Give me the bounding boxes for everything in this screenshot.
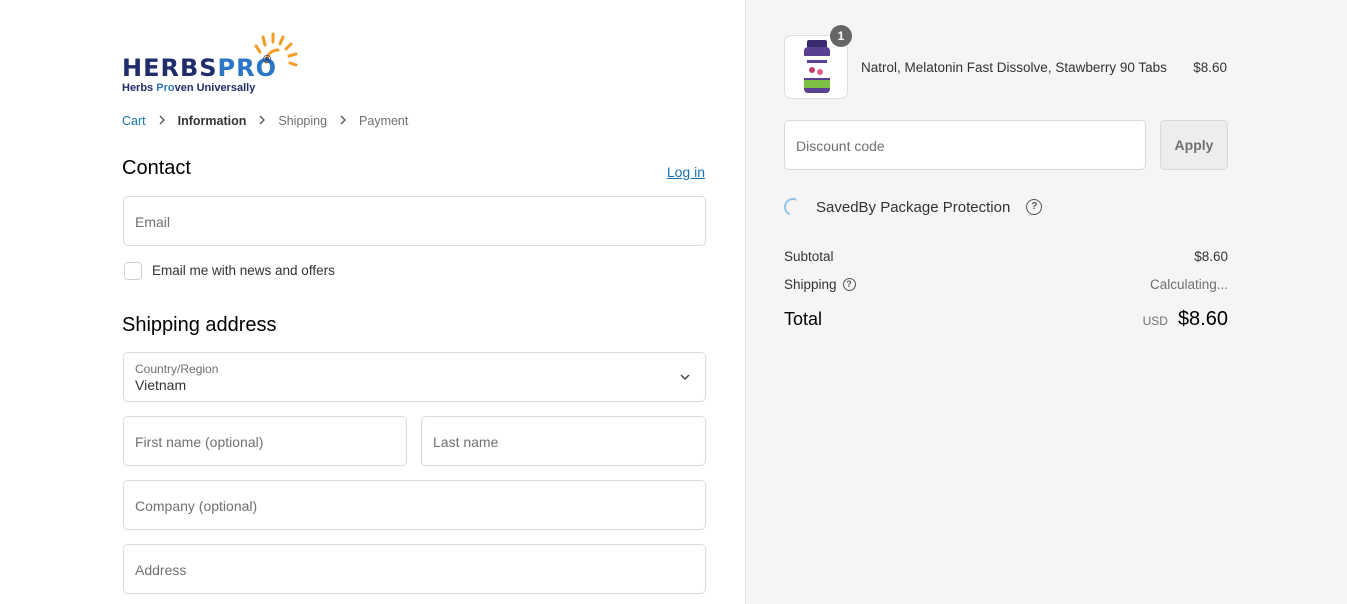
country-select[interactable]: Country/Region Vietnam bbox=[123, 352, 706, 402]
subtotal-value: $8.60 bbox=[1194, 249, 1228, 264]
first-name-placeholder: First name (optional) bbox=[135, 434, 264, 450]
package-protection: SavedBy Package Protection ? bbox=[781, 195, 1043, 219]
help-icon[interactable]: ? bbox=[842, 278, 856, 291]
product-price: $8.60 bbox=[1193, 60, 1227, 75]
discount-placeholder: Discount code bbox=[796, 138, 885, 154]
total-amount: USD $8.60 bbox=[1143, 308, 1228, 331]
total-row: Total USD $8.60 bbox=[784, 308, 1228, 331]
shipping-row: Shipping ? Calculating... bbox=[784, 277, 1228, 292]
last-name-placeholder: Last name bbox=[433, 434, 499, 450]
logo-wordmark: HERBSPRO bbox=[122, 54, 278, 82]
email-field[interactable]: Email bbox=[123, 196, 706, 246]
total-label: Total bbox=[784, 309, 823, 329]
loading-spinner-icon bbox=[781, 195, 805, 219]
discount-code-field[interactable]: Discount code bbox=[784, 120, 1146, 170]
total-value: $8.60 bbox=[1177, 308, 1228, 330]
login-link[interactable]: Log in bbox=[667, 164, 705, 180]
herbspro-logo[interactable]: HERBSPRO ® Herbs Proven Universally bbox=[122, 32, 302, 96]
subtotal-label: Subtotal bbox=[784, 249, 834, 264]
apply-button[interactable]: Apply bbox=[1160, 120, 1228, 170]
subtotal-row: Subtotal $8.60 bbox=[784, 249, 1228, 264]
breadcrumb-information: Information bbox=[177, 114, 247, 128]
checkout-main: HERBSPRO ® Herbs Proven Universally Cart… bbox=[0, 0, 745, 604]
help-icon[interactable]: ? bbox=[1026, 199, 1043, 215]
breadcrumb-cart[interactable]: Cart bbox=[122, 114, 146, 128]
order-summary: 1 Natrol, Melatonin Fast Dissolve, Stawb… bbox=[745, 0, 1347, 604]
chevron-right-icon bbox=[158, 114, 166, 128]
address-placeholder: Address bbox=[135, 562, 187, 578]
product-name: Natrol, Melatonin Fast Dissolve, Stawber… bbox=[861, 60, 1167, 75]
address-field[interactable]: Address bbox=[123, 544, 706, 594]
shipping-label: Shipping bbox=[784, 277, 837, 292]
first-name-field[interactable]: First name (optional) bbox=[123, 416, 407, 466]
shipping-label-wrap: Shipping ? bbox=[784, 277, 856, 292]
breadcrumb: Cart Information Shipping Payment bbox=[122, 114, 408, 128]
package-protection-label: SavedBy Package Protection bbox=[816, 198, 1011, 216]
total-currency: USD bbox=[1142, 314, 1168, 328]
newsletter-label[interactable]: Email me with news and offers bbox=[152, 263, 335, 278]
country-label: Country/Region bbox=[135, 362, 219, 376]
company-placeholder: Company (optional) bbox=[135, 498, 258, 514]
quantity-badge: 1 bbox=[830, 25, 852, 47]
breadcrumb-payment: Payment bbox=[359, 114, 409, 128]
last-name-field[interactable]: Last name bbox=[421, 416, 706, 466]
chevron-down-icon bbox=[680, 374, 690, 381]
country-value: Vietnam bbox=[135, 377, 187, 393]
shipping-value: Calculating... bbox=[1149, 277, 1228, 292]
shipping-address-heading: Shipping address bbox=[122, 314, 277, 336]
registered-mark: ® bbox=[263, 54, 272, 66]
company-field[interactable]: Company (optional) bbox=[123, 480, 706, 530]
chevron-right-icon bbox=[258, 114, 266, 128]
newsletter-checkbox[interactable] bbox=[124, 262, 142, 280]
chevron-right-icon bbox=[339, 114, 347, 128]
email-placeholder: Email bbox=[135, 214, 171, 230]
logo-tagline: Herbs Proven Universally bbox=[122, 82, 256, 94]
breadcrumb-shipping: Shipping bbox=[278, 114, 328, 128]
contact-heading: Contact bbox=[122, 157, 191, 179]
